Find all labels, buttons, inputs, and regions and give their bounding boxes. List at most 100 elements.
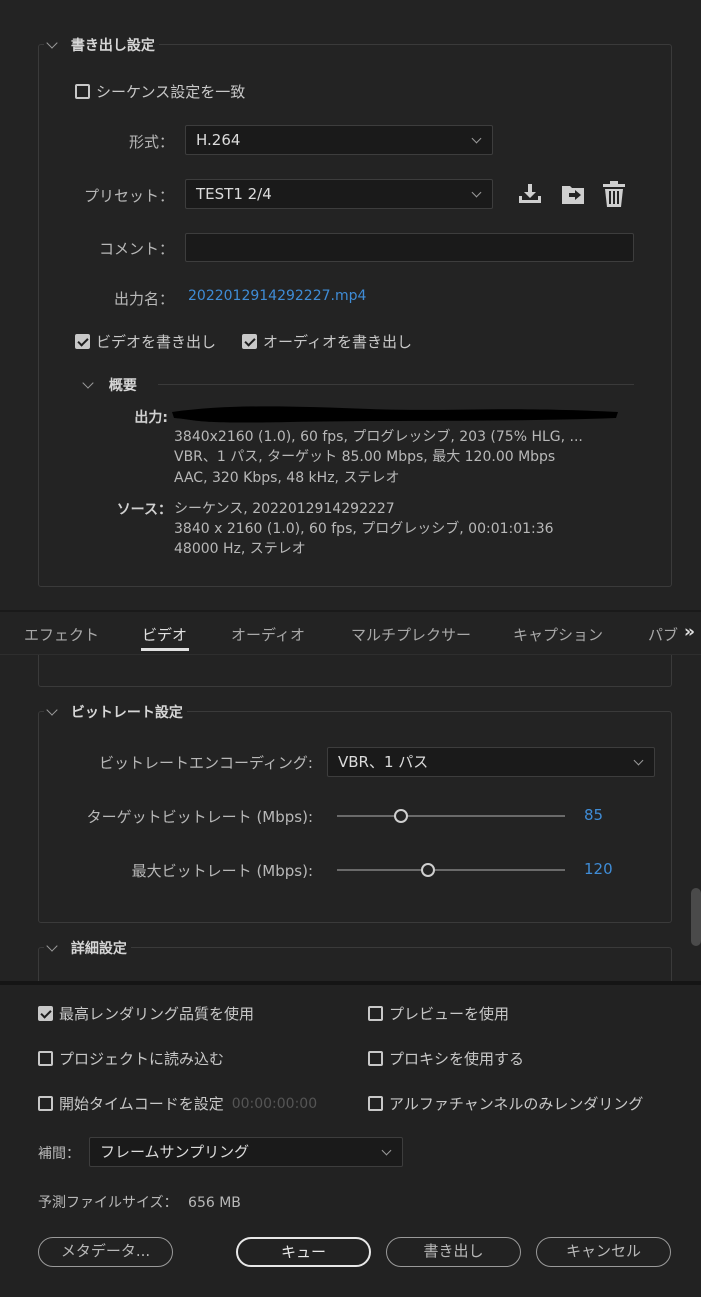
metadata-button[interactable]: メタデータ... — [38, 1237, 173, 1267]
export-audio-checkbox[interactable]: オーディオを書き出し — [242, 331, 412, 352]
checkbox-checked-icon — [38, 1006, 53, 1021]
advanced-title: 詳細設定 — [70, 941, 127, 957]
interpolation-value: フレームサンプリング — [100, 1143, 250, 1161]
summary-source-line-2: 3840 x 2160 (1.0), 60 fps, プログレッシブ, 00:0… — [174, 521, 554, 537]
double-chevron-right-icon[interactable]: » — [684, 622, 695, 642]
render-alpha-only-checkbox[interactable]: アルファチャンネルのみレンダリング — [368, 1093, 643, 1114]
checkbox-icon — [368, 1006, 383, 1021]
match-sequence-label: シーケンス設定を一致 — [96, 83, 246, 101]
set-start-timecode-label: 開始タイムコードを設定 — [59, 1095, 224, 1113]
tab-publish[interactable]: パブ — [648, 624, 678, 645]
summary-source-label: ソース： — [116, 502, 172, 518]
redaction-mark — [172, 406, 618, 423]
bitrate-title: ビットレート設定 — [70, 705, 183, 721]
checkbox-icon — [38, 1051, 53, 1066]
use-previews-label: プレビューを使用 — [389, 1005, 510, 1023]
summary-output-label: 出力: — [134, 410, 168, 426]
target-bitrate-slider-thumb[interactable] — [393, 809, 408, 823]
export-settings-panel: 書き出し設定 シーケンス設定を一致 形式： H.264 プリセット： TEST1… — [0, 0, 701, 610]
export-settings-title: 書き出し設定 — [70, 38, 155, 54]
import-into-project-label: プロジェクトに読み込む — [59, 1050, 225, 1068]
max-bitrate-value[interactable]: 120 — [584, 860, 613, 878]
queue-button[interactable]: キュー — [236, 1237, 371, 1267]
use-proxies-label: プロキシを使用する — [389, 1050, 525, 1068]
chevron-down-icon — [46, 704, 58, 716]
video-settings-panel: ビットレート設定 ビットレートエンコーディング: VBR、1 パス ターゲットビ… — [0, 655, 701, 1009]
estimated-size-value: 656 MB — [188, 1195, 241, 1211]
summary-source-line-3: 48000 Hz, ステレオ — [174, 541, 306, 557]
chevron-down-icon — [471, 133, 482, 144]
summary-divider — [158, 384, 634, 385]
active-tab-indicator — [141, 648, 189, 651]
checkbox-icon — [75, 84, 90, 99]
chevron-down-icon — [381, 1145, 392, 1156]
render-alpha-only-label: アルファチャンネルのみレンダリング — [389, 1095, 644, 1113]
export-settings-header[interactable]: 書き出し設定 — [44, 35, 159, 55]
summary-header[interactable]: 概要 — [82, 375, 137, 395]
scrollbar-thumb[interactable] — [691, 888, 701, 946]
export-video-checkbox[interactable]: ビデオを書き出し — [75, 331, 216, 352]
chevron-down-icon — [633, 755, 644, 766]
delete-preset-icon[interactable] — [602, 180, 626, 208]
chevron-down-icon — [471, 187, 482, 198]
export-button[interactable]: 書き出し — [386, 1237, 521, 1267]
import-preset-icon[interactable] — [517, 182, 543, 206]
checkbox-icon — [368, 1096, 383, 1111]
cancel-button[interactable]: キャンセル — [536, 1237, 671, 1267]
max-bitrate-label: 最大ビットレート (Mbps): — [131, 862, 313, 880]
tab-effects[interactable]: エフェクト — [24, 624, 99, 645]
output-name-label: 出力名： — [113, 290, 174, 308]
advanced-header[interactable]: 詳細設定 — [44, 938, 131, 958]
chevron-down-icon — [82, 377, 94, 389]
preset-dropdown[interactable]: TEST1 2/4 — [185, 179, 493, 209]
target-bitrate-label: ターゲットビットレート (Mbps): — [86, 808, 313, 826]
preset-value: TEST1 2/4 — [196, 185, 272, 203]
comment-field[interactable] — [185, 233, 634, 262]
summary-title: 概要 — [108, 378, 137, 394]
max-render-quality-label: 最高レンダリング品質を使用 — [59, 1005, 255, 1023]
summary-source-line-1: シーケンス, 2022012914292227 — [174, 501, 395, 517]
summary-output-line-3: AAC, 320 Kbps, 48 kHz, ステレオ — [174, 470, 400, 486]
use-previews-checkbox[interactable]: プレビューを使用 — [368, 1003, 509, 1024]
previous-group-bottom — [38, 655, 672, 687]
max-bitrate-slider[interactable] — [337, 869, 565, 871]
interpolation-label: 補間： — [38, 1146, 80, 1162]
tab-multiplexer[interactable]: マルチプレクサー — [351, 624, 471, 645]
summary-output-line-2: VBR、1 パス, ターゲット 85.00 Mbps, 最大 120.00 Mb… — [174, 449, 556, 465]
summary-output-line-1: 3840x2160 (1.0), 60 fps, プログレッシブ, 203 (7… — [174, 429, 583, 445]
tab-video[interactable]: ビデオ — [142, 624, 187, 645]
checkbox-checked-icon — [242, 334, 257, 349]
set-start-timecode-checkbox[interactable]: 開始タイムコードを設定 00:00:00:00 — [38, 1093, 317, 1114]
checkbox-icon — [38, 1096, 53, 1111]
tab-captions[interactable]: キャプション — [513, 624, 603, 645]
chevron-down-icon — [46, 37, 58, 49]
export-options-panel: 最高レンダリング品質を使用 プレビューを使用 プロジェクトに読み込む プロキシを… — [0, 985, 701, 1297]
bitrate-encoding-label: ビットレートエンコーディング: — [98, 754, 313, 772]
start-timecode-value: 00:00:00:00 — [231, 1095, 318, 1112]
match-sequence-checkbox[interactable]: シーケンス設定を一致 — [75, 81, 245, 102]
preset-label: プリセット： — [83, 187, 174, 205]
estimated-size-label: 予測ファイルサイズ： — [38, 1195, 178, 1211]
target-bitrate-slider[interactable] — [337, 815, 565, 817]
export-video-label: ビデオを書き出し — [96, 333, 217, 351]
tab-audio[interactable]: オーディオ — [231, 624, 305, 645]
max-render-quality-checkbox[interactable]: 最高レンダリング品質を使用 — [38, 1003, 254, 1024]
output-name-link[interactable]: 2022012914292227.mp4 — [188, 288, 366, 304]
checkbox-checked-icon — [75, 334, 90, 349]
save-preset-icon[interactable] — [560, 181, 588, 207]
estimated-size-row: 予測ファイルサイズ： 656 MB — [38, 1192, 241, 1212]
chevron-down-icon — [46, 940, 58, 952]
bitrate-encoding-dropdown[interactable]: VBR、1 パス — [327, 747, 655, 777]
export-audio-label: オーディオを書き出し — [263, 333, 412, 351]
format-value: H.264 — [196, 131, 241, 149]
comment-label: コメント： — [98, 240, 174, 258]
target-bitrate-value[interactable]: 85 — [584, 806, 603, 824]
interpolation-dropdown[interactable]: フレームサンプリング — [89, 1137, 403, 1167]
bitrate-encoding-value: VBR、1 パス — [338, 753, 429, 771]
use-proxies-checkbox[interactable]: プロキシを使用する — [368, 1048, 524, 1069]
format-dropdown[interactable]: H.264 — [185, 125, 493, 155]
settings-tabbar: エフェクト ビデオ オーディオ マルチプレクサー キャプション パブ » — [0, 612, 701, 655]
format-label: 形式： — [128, 133, 174, 151]
bitrate-header[interactable]: ビットレート設定 — [44, 702, 187, 722]
import-into-project-checkbox[interactable]: プロジェクトに読み込む — [38, 1048, 224, 1069]
